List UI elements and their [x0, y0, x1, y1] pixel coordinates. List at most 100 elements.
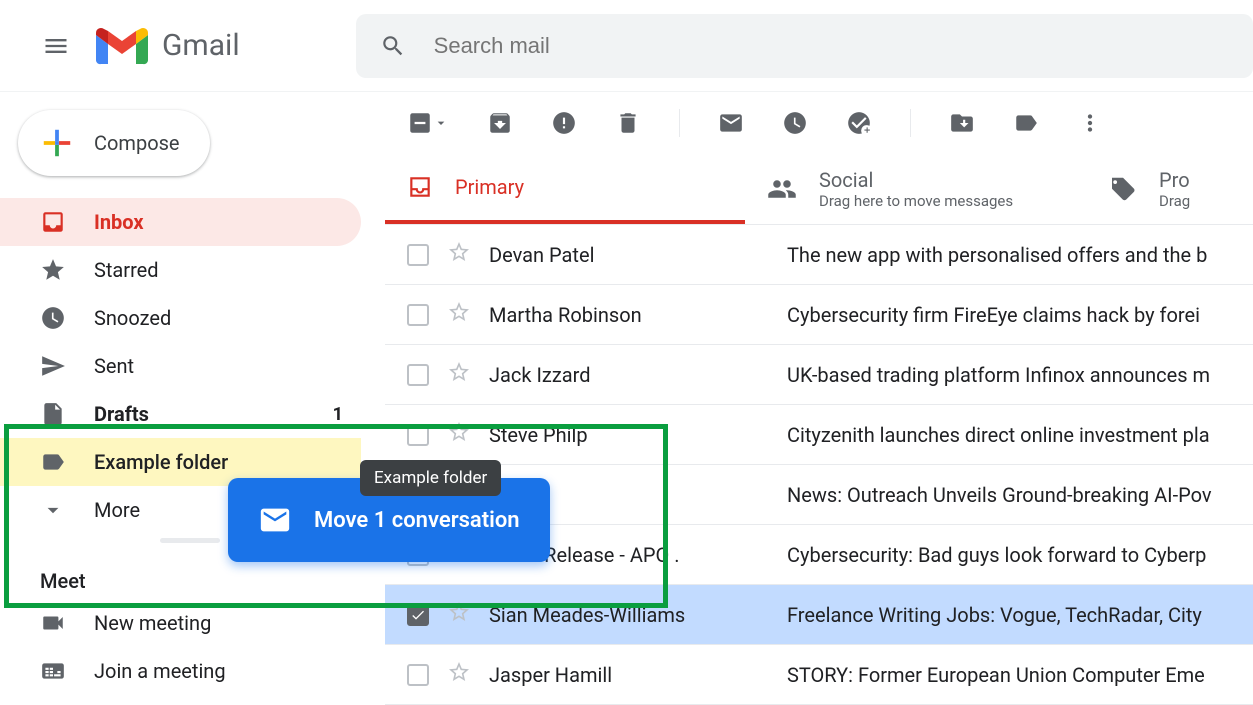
- subject: Cityzenith launches direct online invest…: [787, 423, 1253, 447]
- sidebar-item-snoozed[interactable]: Snoozed: [0, 294, 361, 342]
- star-button[interactable]: [447, 300, 471, 329]
- subject: The new app with personalised offers and…: [787, 243, 1253, 267]
- subject: Freelance Writing Jobs: Vogue, TechRadar…: [787, 603, 1253, 627]
- subject: STORY: Former European Union Computer Em…: [787, 663, 1253, 687]
- sidebar: Compose Inbox Starred Snoozed Sent Draft…: [0, 92, 385, 705]
- clock-icon: [40, 305, 66, 331]
- mail-icon: [718, 110, 744, 136]
- labels-button[interactable]: [1013, 110, 1039, 136]
- label-icon: [40, 449, 66, 475]
- sidebar-item-sent[interactable]: Sent: [0, 342, 361, 390]
- meet-section-header: Meet: [0, 569, 385, 593]
- mark-unread-button[interactable]: [718, 110, 744, 136]
- folder-move-icon: [949, 110, 975, 136]
- star-outline-icon: [447, 360, 471, 384]
- sidebar-item-new-meeting[interactable]: New meeting: [0, 599, 361, 647]
- search-bar[interactable]: [356, 14, 1253, 78]
- subject: UK-based trading platform Infinox announ…: [787, 363, 1253, 387]
- mail-row[interactable]: Martha Robinson Cybersecurity firm FireEy…: [385, 285, 1253, 345]
- snooze-button[interactable]: [782, 110, 808, 136]
- header: Gmail: [0, 0, 1253, 92]
- mail-row[interactable]: Steve Philp Cityzenith launches direct on…: [385, 405, 1253, 465]
- subject: Cybersecurity firm FireEye claims hack b…: [787, 303, 1253, 327]
- archive-icon: [487, 110, 513, 136]
- select-checkbox-button[interactable]: [407, 110, 449, 136]
- star-outline-icon: [447, 240, 471, 264]
- sidebar-item-label: Snoozed: [94, 306, 171, 330]
- clock-icon: [782, 110, 808, 136]
- sidebar-item-label: Starred: [94, 258, 159, 282]
- tab-sub: Drag: [1159, 192, 1190, 210]
- more-button[interactable]: [1077, 110, 1103, 136]
- mail-row[interactable]: Jasper Hamill STORY: Former European Unio…: [385, 645, 1253, 705]
- sidebar-item-drafts[interactable]: Drafts 1: [0, 390, 361, 438]
- sender: Jasper Hamill: [489, 663, 769, 687]
- sidebar-item-join-meeting[interactable]: Join a meeting: [0, 647, 361, 695]
- tab-sub: Drag here to move messages: [819, 192, 1013, 210]
- gmail-logo[interactable]: Gmail: [96, 26, 240, 66]
- row-checkbox[interactable]: [407, 424, 429, 446]
- mail-row[interactable]: Sian Meades-Williams Freelance Writing Jo…: [385, 585, 1253, 645]
- tab-primary[interactable]: Primary: [385, 154, 745, 224]
- row-checkbox[interactable]: [407, 364, 429, 386]
- tab-promotions[interactable]: Pro Drag: [1085, 154, 1253, 224]
- tab-label: Pro: [1159, 168, 1190, 192]
- archive-button[interactable]: [487, 110, 513, 136]
- row-checkbox[interactable]: [407, 604, 429, 626]
- chevron-down-icon: [40, 497, 66, 523]
- star-button[interactable]: [447, 360, 471, 389]
- star-outline-icon: [447, 600, 471, 624]
- inbox-icon: [407, 174, 433, 200]
- more-vert-icon: [1077, 110, 1103, 136]
- drafts-count: 1: [333, 404, 343, 425]
- compose-label: Compose: [94, 131, 180, 155]
- label-icon: [1013, 110, 1039, 136]
- search-input[interactable]: [434, 33, 1253, 59]
- gmail-text: Gmail: [162, 28, 240, 63]
- move-to-button[interactable]: [949, 110, 975, 136]
- row-checkbox[interactable]: [407, 244, 429, 266]
- tab-social[interactable]: Social Drag here to move messages: [745, 154, 1085, 224]
- mail-row[interactable]: Devan PatelThe new app with personalised…: [385, 225, 1253, 285]
- mail-row[interactable]: Jack Izzard UK-based trading platform Inf…: [385, 345, 1253, 405]
- drop-target-tooltip: Example folder: [360, 460, 501, 496]
- compose-button[interactable]: Compose: [18, 110, 210, 176]
- sender: Sian Meades-Williams: [489, 603, 769, 627]
- star-button[interactable]: [447, 660, 471, 689]
- star-button[interactable]: [447, 240, 471, 269]
- inbox-icon: [40, 209, 66, 235]
- sender: Steve Philp: [489, 423, 769, 447]
- toolbar-separator: [679, 109, 680, 137]
- sidebar-item-inbox[interactable]: Inbox: [0, 198, 361, 246]
- search-icon: [380, 33, 406, 59]
- sidebar-item-label: More: [94, 498, 140, 522]
- task-add-icon: [846, 110, 872, 136]
- row-checkbox[interactable]: [407, 664, 429, 686]
- plus-icon: [40, 126, 74, 160]
- draft-icon: [40, 401, 66, 427]
- sidebar-item-label: Example folder: [94, 450, 228, 474]
- toolbar-separator: [910, 109, 911, 137]
- report-spam-button[interactable]: [551, 110, 577, 136]
- trash-icon: [615, 110, 641, 136]
- video-icon: [40, 610, 66, 636]
- action-toolbar: [385, 92, 1253, 154]
- mail-list: Devan PatelThe new app with personalised…: [385, 224, 1253, 705]
- star-button[interactable]: [447, 420, 471, 449]
- add-task-button[interactable]: [846, 110, 872, 136]
- star-icon: [40, 257, 66, 283]
- star-button[interactable]: [447, 600, 471, 629]
- tab-label: Social: [819, 168, 1013, 192]
- delete-button[interactable]: [615, 110, 641, 136]
- sender: Jack Izzard: [489, 363, 769, 387]
- gmail-m-icon: [96, 26, 148, 66]
- tab-label: Primary: [455, 175, 524, 199]
- main-menu-button[interactable]: [30, 20, 82, 72]
- star-outline-icon: [447, 300, 471, 324]
- sender: Martha Robinson: [489, 303, 769, 327]
- row-checkbox[interactable]: [407, 304, 429, 326]
- move-card-text: Move 1 conversation: [314, 508, 520, 533]
- sidebar-item-starred[interactable]: Starred: [0, 246, 361, 294]
- sidebar-resize-handle[interactable]: [160, 538, 220, 543]
- sidebar-item-label: New meeting: [94, 611, 211, 635]
